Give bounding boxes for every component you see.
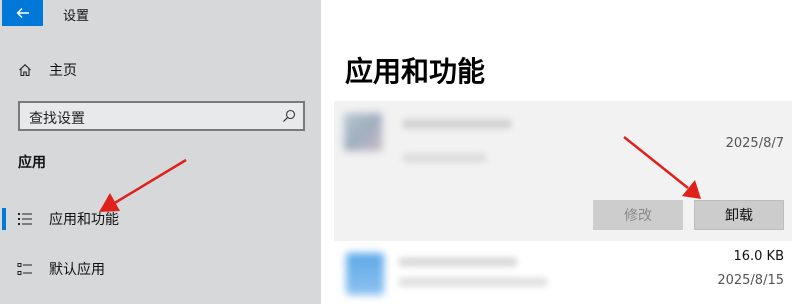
uninstall-button[interactable]: 卸载	[694, 200, 784, 230]
uninstall-button-label: 卸载	[725, 208, 753, 224]
settings-sidebar: 设置 主页 查找设置 应用 应用和功能 默认应用	[0, 0, 321, 304]
search-input[interactable]: 查找设置	[18, 101, 305, 131]
app-list-item[interactable]: 16.0 KB 2025/8/15	[334, 245, 792, 304]
app-name-redacted	[402, 119, 512, 129]
window-title: 设置	[63, 9, 90, 24]
modify-button-label: 修改	[624, 208, 652, 224]
app-list-item-selected[interactable]: 2025/8/7 修改 卸载	[334, 101, 792, 241]
app-icon	[346, 253, 384, 295]
sidebar-item-label: 主页	[49, 63, 77, 79]
search-placeholder: 查找设置	[29, 111, 85, 127]
sidebar-item-label: 应用和功能	[49, 212, 119, 228]
app-publisher-redacted	[402, 153, 487, 163]
title-bar: 设置	[0, 0, 321, 27]
sidebar-item-home[interactable]: 主页	[0, 55, 321, 85]
app-install-date: 2025/8/15	[717, 273, 784, 288]
main-content: 应用和功能 2025/8/7 修改 卸载 16.0 KB 2025/8/15	[321, 0, 792, 304]
default-apps-icon	[17, 261, 33, 277]
modify-button[interactable]: 修改	[593, 200, 683, 230]
app-install-date: 2025/8/7	[725, 136, 784, 151]
page-title: 应用和功能	[345, 55, 486, 88]
arrow-left-icon	[16, 8, 29, 18]
section-title-apps: 应用	[18, 155, 46, 171]
app-size: 16.0 KB	[733, 249, 784, 264]
app-icon	[344, 113, 382, 151]
sidebar-item-default-apps[interactable]: 默认应用	[0, 254, 321, 284]
sidebar-item-label: 默认应用	[49, 262, 105, 278]
sidebar-item-apps-features[interactable]: 应用和功能	[0, 204, 321, 234]
home-icon	[17, 62, 33, 78]
app-publisher-redacted	[398, 277, 548, 287]
list-icon	[17, 211, 33, 227]
app-name-redacted	[398, 257, 518, 267]
back-button[interactable]	[2, 0, 43, 26]
search-icon	[283, 109, 296, 122]
